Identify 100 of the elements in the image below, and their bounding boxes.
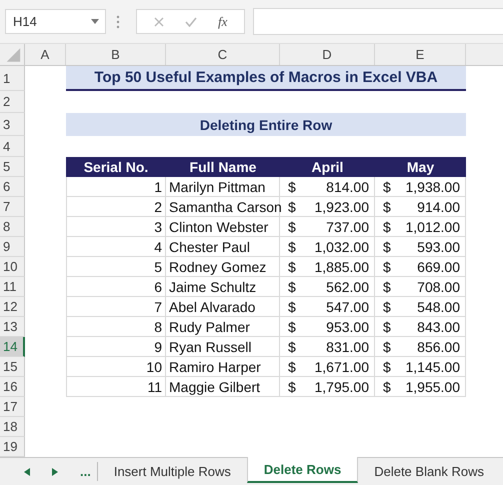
table-cell: 1,885.00 bbox=[314, 258, 369, 274]
row-header[interactable]: 17 bbox=[0, 397, 25, 417]
check-icon[interactable] bbox=[184, 16, 197, 26]
table-cell: 1,938.00 bbox=[406, 178, 460, 194]
table-cell: 737.00 bbox=[326, 218, 369, 234]
currency-symbol: $ bbox=[383, 358, 391, 374]
table-cell: Maggie Gilbert bbox=[166, 377, 280, 397]
currency-symbol: $ bbox=[383, 218, 391, 234]
table-cell: 7 bbox=[66, 297, 166, 317]
row-header[interactable]: 18 bbox=[0, 417, 25, 437]
cancel-icon[interactable] bbox=[154, 16, 164, 26]
previous-sheet-icon[interactable] bbox=[24, 468, 30, 476]
column-heading: April bbox=[280, 157, 375, 177]
sheet-tab[interactable]: Delete Rows bbox=[246, 457, 358, 483]
table-cell: 11 bbox=[66, 377, 166, 397]
row-header[interactable]: 11 bbox=[0, 277, 25, 297]
row-header[interactable]: 10 bbox=[0, 257, 25, 277]
insert-function-button[interactable]: fx bbox=[218, 14, 228, 30]
row-header[interactable]: 3 bbox=[0, 113, 25, 136]
currency-symbol: $ bbox=[383, 258, 391, 274]
table-cell: 1,145.00 bbox=[406, 358, 460, 374]
formula-input[interactable] bbox=[253, 8, 503, 35]
section-heading: Deleting Entire Row bbox=[66, 113, 466, 136]
currency-symbol: $ bbox=[288, 258, 296, 274]
currency-symbol: $ bbox=[383, 278, 391, 294]
table-cell: 1,923.00 bbox=[314, 198, 369, 214]
table-cell: 1,671.00 bbox=[314, 358, 369, 374]
currency-symbol: $ bbox=[288, 358, 296, 374]
table-cell: 1,955.00 bbox=[406, 378, 460, 394]
grip-icon[interactable] bbox=[116, 14, 120, 28]
currency-symbol: $ bbox=[383, 298, 391, 314]
row-header[interactable]: 4 bbox=[0, 136, 25, 157]
column-header[interactable]: D bbox=[280, 44, 375, 65]
row-header[interactable]: 7 bbox=[0, 197, 25, 217]
name-box[interactable]: H14 bbox=[5, 9, 106, 34]
table-cell: Ramiro Harper bbox=[166, 357, 280, 377]
table-cell: Ryan Russell bbox=[166, 337, 280, 357]
currency-symbol: $ bbox=[288, 218, 296, 234]
table-cell: Chester Paul bbox=[166, 237, 280, 257]
dropdown-icon[interactable] bbox=[91, 19, 99, 24]
table-cell: 856.00 bbox=[417, 338, 460, 354]
table-cell: Marilyn Pittman bbox=[166, 177, 280, 197]
table-cell: 4 bbox=[66, 237, 166, 257]
table-cell: 6 bbox=[66, 277, 166, 297]
table-cell: 3 bbox=[66, 217, 166, 237]
row-header[interactable]: 13 bbox=[0, 317, 25, 337]
table-cell: 1 bbox=[66, 177, 166, 197]
row-header[interactable]: 19 bbox=[0, 437, 25, 457]
table-cell: 1,795.00 bbox=[314, 378, 369, 394]
column-header[interactable]: E bbox=[375, 44, 466, 65]
row-header[interactable]: 8 bbox=[0, 217, 25, 237]
more-sheets-button[interactable]: ... bbox=[80, 464, 91, 479]
table-cell: 10 bbox=[66, 357, 166, 377]
currency-symbol: $ bbox=[288, 178, 296, 194]
table-cell: 8 bbox=[66, 317, 166, 337]
currency-symbol: $ bbox=[383, 318, 391, 334]
column-header[interactable]: B bbox=[66, 44, 166, 65]
row-header[interactable]: 14 bbox=[0, 337, 25, 357]
column-heading: May bbox=[375, 157, 466, 177]
table-cell: 9 bbox=[66, 337, 166, 357]
currency-symbol: $ bbox=[288, 278, 296, 294]
table-cell: 708.00 bbox=[417, 278, 460, 294]
table-cell: 547.00 bbox=[326, 298, 369, 314]
row-header[interactable]: 15 bbox=[0, 357, 25, 377]
table-cell: 953.00 bbox=[326, 318, 369, 334]
column-header[interactable]: A bbox=[25, 44, 66, 65]
column-heading: Serial No. bbox=[66, 157, 166, 177]
row-header[interactable]: 2 bbox=[0, 91, 25, 113]
table-cell: 5 bbox=[66, 257, 166, 277]
column-heading: Full Name bbox=[166, 157, 280, 177]
table-cell: 843.00 bbox=[417, 318, 460, 334]
currency-symbol: $ bbox=[288, 318, 296, 334]
currency-symbol: $ bbox=[288, 298, 296, 314]
row-header[interactable]: 9 bbox=[0, 237, 25, 257]
currency-symbol: $ bbox=[288, 338, 296, 354]
table-cell: Clinton Webster bbox=[166, 217, 280, 237]
currency-symbol: $ bbox=[383, 198, 391, 214]
currency-symbol: $ bbox=[288, 238, 296, 254]
table-cell: Rodney Gomez bbox=[166, 257, 280, 277]
row-header[interactable]: 5 bbox=[0, 157, 25, 177]
row-header[interactable]: 16 bbox=[0, 377, 25, 397]
table-cell: 593.00 bbox=[417, 238, 460, 254]
next-sheet-icon[interactable] bbox=[52, 468, 58, 476]
column-header[interactable]: C bbox=[166, 44, 280, 65]
table-cell: Abel Alvarado bbox=[166, 297, 280, 317]
row-header[interactable]: 12 bbox=[0, 297, 25, 317]
table-cell: 914.00 bbox=[417, 198, 460, 214]
table-cell: Jaime Schultz bbox=[166, 277, 280, 297]
row-header[interactable]: 1 bbox=[0, 66, 25, 91]
table-cell: 831.00 bbox=[326, 338, 369, 354]
row-header[interactable]: 6 bbox=[0, 177, 25, 197]
table-cell: 562.00 bbox=[326, 278, 369, 294]
table-cell: Rudy Palmer bbox=[166, 317, 280, 337]
sheet-tab[interactable]: Delete Blank Rows bbox=[358, 462, 500, 481]
table-cell: 814.00 bbox=[326, 178, 369, 194]
table-cell: 1,012.00 bbox=[406, 218, 460, 234]
currency-symbol: $ bbox=[288, 198, 296, 214]
sheet-title: Top 50 Useful Examples of Macros in Excel VBA bbox=[66, 66, 466, 91]
table-cell: 548.00 bbox=[417, 298, 460, 314]
table-cell: Samantha Carson bbox=[166, 197, 280, 217]
